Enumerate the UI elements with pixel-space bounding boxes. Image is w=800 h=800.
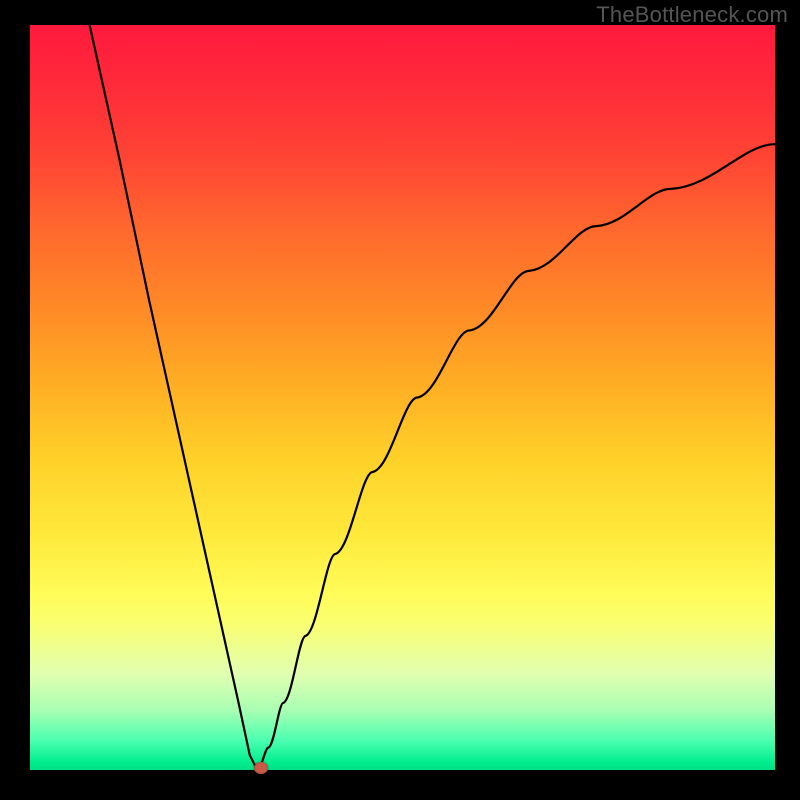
watermark-text: TheBottleneck.com — [596, 2, 788, 28]
chart-container: TheBottleneck.com — [0, 0, 800, 800]
chart-curve — [30, 25, 775, 770]
minimum-marker — [254, 762, 268, 774]
plot-area — [30, 25, 775, 770]
curve-path — [90, 25, 775, 770]
